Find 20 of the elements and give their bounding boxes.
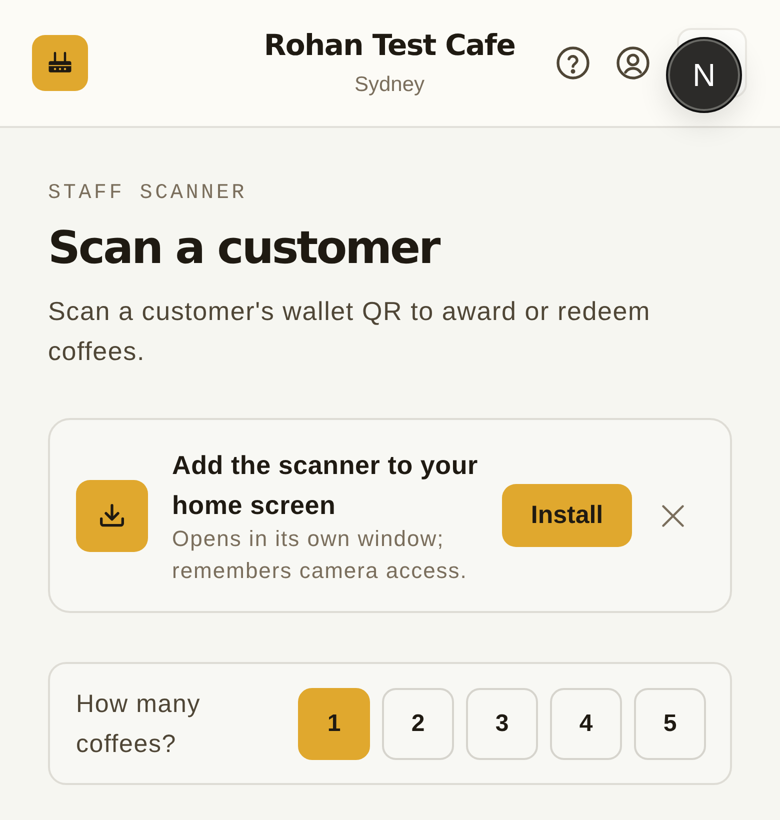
cafe-name: Rohan Test Cafe <box>264 28 516 62</box>
user-account-icon[interactable] <box>615 45 651 81</box>
quantity-option[interactable]: 1 <box>298 688 370 760</box>
install-subtitle: Opens in its own window; remembers camera access. <box>172 524 468 584</box>
help-icon[interactable] <box>555 45 591 81</box>
quantity-option[interactable]: 3 <box>466 688 538 760</box>
quantity-option[interactable]: 4 <box>550 688 622 760</box>
quantity-label: How many coffees? <box>76 688 202 760</box>
quantity-option[interactable]: 5 <box>634 688 706 760</box>
close-icon[interactable] <box>660 502 686 528</box>
page-heading: Scan a customer <box>48 222 441 274</box>
download-icon <box>76 480 148 552</box>
install-title: Add the scanner to your home screen <box>172 448 479 522</box>
cafe-location: Sydney <box>353 72 426 98</box>
page-description: Scan a customer's wallet QR to award or redeem coffees. <box>48 295 652 368</box>
quantity-option[interactable]: 2 <box>382 688 454 760</box>
section-eyebrow: STAFF SCANNER <box>48 182 248 206</box>
router-logo-icon[interactable] <box>32 35 88 91</box>
install-button[interactable]: Install <box>502 484 632 547</box>
dev-tools-overlay[interactable]: N <box>666 37 742 113</box>
